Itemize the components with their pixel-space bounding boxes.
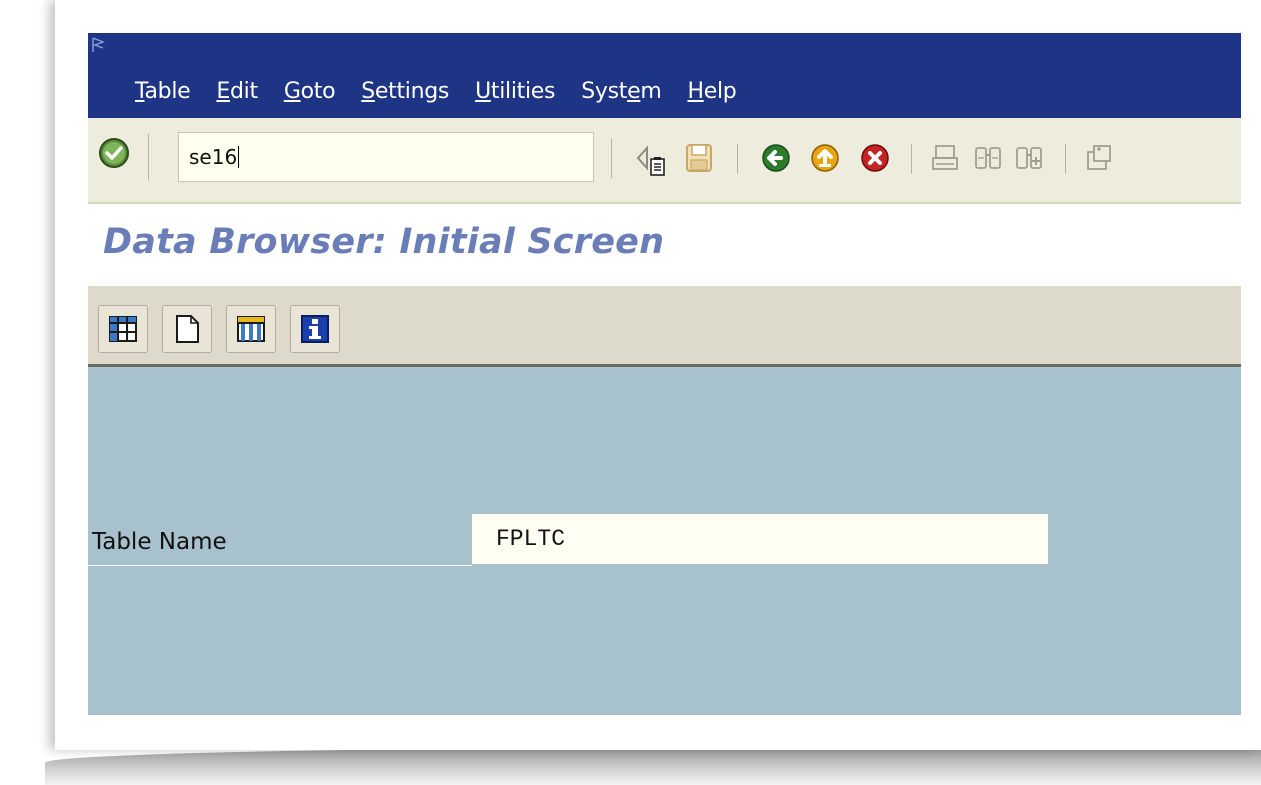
menu-edit[interactable]: Edit — [216, 79, 258, 104]
label-underline — [88, 565, 472, 566]
menu-help[interactable]: Help — [687, 79, 736, 104]
toolbar-separator — [148, 134, 149, 180]
table-view-icon — [237, 316, 265, 342]
standard-toolbar: se16 — [88, 118, 1241, 204]
page-title: Data Browser: Initial Screen — [103, 222, 665, 262]
menu-table[interactable]: Table — [135, 79, 191, 104]
table-contents-icon — [109, 316, 137, 342]
table-name-value: FPLTC — [496, 526, 566, 552]
table-view-button[interactable] — [226, 305, 276, 353]
cancel-icon[interactable] — [860, 143, 890, 173]
menu-bar: Table Edit Goto Settings Utilities Syste… — [88, 33, 1241, 118]
toolbar-separator — [1065, 144, 1066, 174]
info-button[interactable] — [290, 305, 340, 353]
back-icon[interactable] — [761, 143, 791, 173]
enter-icon[interactable] — [98, 137, 130, 169]
back-triangle-icon[interactable] — [633, 143, 653, 173]
command-input-text: se16 — [189, 145, 238, 169]
toolbar-separator — [737, 144, 738, 174]
work-area: Table Name FPLTC — [88, 367, 1241, 715]
toolbar-separator — [911, 144, 912, 174]
command-field[interactable]: se16 — [178, 132, 665, 182]
text-cursor — [238, 146, 240, 168]
menu-system[interactable]: System — [581, 79, 662, 104]
table-name-input[interactable]: FPLTC — [472, 514, 1048, 564]
window-shadow — [45, 748, 1261, 785]
find-icon[interactable] — [973, 143, 1003, 173]
application-toolbar — [88, 286, 1241, 367]
title-bar: Data Browser: Initial Screen — [88, 204, 1241, 286]
find-next-icon[interactable] — [1014, 143, 1044, 173]
table-name-label: Table Name — [92, 529, 227, 555]
table-contents-button[interactable] — [98, 305, 148, 353]
print-icon[interactable] — [930, 143, 960, 173]
menu-goto[interactable]: Goto — [284, 79, 336, 104]
create-entries-button[interactable] — [162, 305, 212, 353]
exit-icon[interactable] — [810, 143, 840, 173]
create-session-icon[interactable] — [1085, 143, 1113, 173]
info-icon — [301, 315, 329, 343]
system-menu-icon[interactable] — [91, 37, 107, 55]
menu-settings[interactable]: Settings — [361, 79, 449, 104]
menu-list: Table Edit Goto Settings Utilities Syste… — [135, 79, 762, 104]
toolbar-separator — [611, 138, 612, 178]
menu-utilities[interactable]: Utilities — [475, 79, 555, 104]
create-entries-icon — [176, 315, 199, 343]
save-icon[interactable] — [684, 143, 714, 173]
